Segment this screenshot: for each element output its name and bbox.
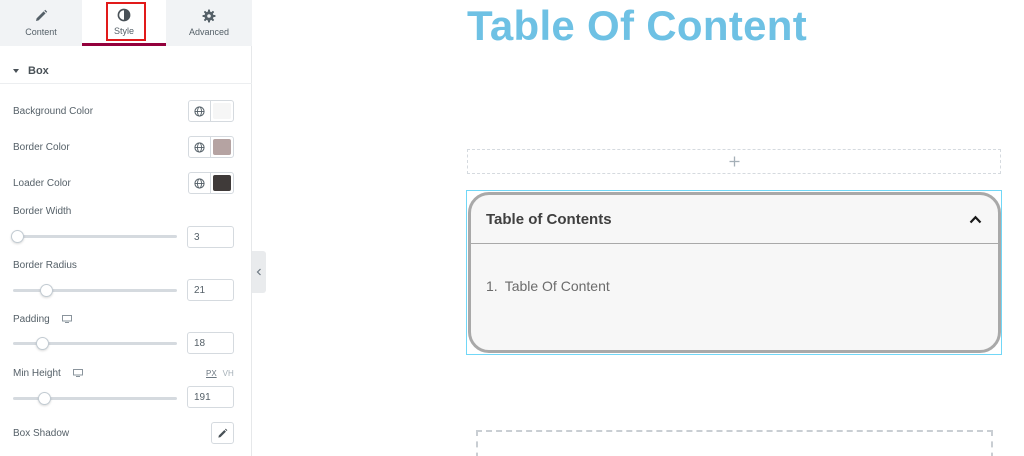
border-width-label: Border Width — [13, 206, 72, 217]
pencil-icon — [36, 9, 48, 21]
chevron-left-icon — [256, 268, 261, 276]
slider-handle[interactable] — [38, 392, 51, 405]
slider-handle[interactable] — [40, 284, 53, 297]
box-shadow-label: Box Shadow — [13, 428, 70, 439]
monitor-icon[interactable] — [62, 315, 72, 323]
border-width-input[interactable]: 3 — [187, 226, 234, 248]
page-title: Table Of Content — [467, 2, 807, 49]
min-height-slider[interactable] — [13, 392, 177, 405]
padding-input[interactable]: 18 — [187, 332, 234, 354]
pencil-icon — [218, 428, 228, 438]
add-section-button[interactable] — [467, 149, 1001, 174]
color-swatch[interactable] — [213, 175, 231, 191]
box-shadow-edit-button[interactable] — [211, 422, 234, 444]
toc-item-number: 1. — [486, 278, 498, 294]
plus-icon — [729, 156, 739, 167]
globe-icon[interactable] — [189, 101, 211, 121]
empty-drop-zone — [476, 430, 993, 456]
panel-tabs: Content Style Advanced — [0, 0, 252, 46]
loader-color-label: Loader Color — [13, 178, 71, 189]
half-circle-icon — [117, 8, 131, 21]
tab-content[interactable]: Content — [0, 0, 82, 46]
color-swatch[interactable] — [213, 139, 231, 155]
toc-item-link[interactable]: Table Of Content — [505, 278, 610, 294]
tab-content-label: Content — [25, 27, 57, 37]
table-of-contents-widget[interactable]: Table of Contents 1. Table Of Content — [468, 192, 1001, 353]
tab-style-label: Style — [113, 25, 134, 36]
background-color-control[interactable] — [188, 100, 234, 122]
monitor-icon[interactable] — [73, 369, 83, 377]
chevron-up-icon[interactable] — [969, 215, 982, 224]
unit-vh[interactable]: VH — [223, 369, 234, 378]
globe-icon[interactable] — [189, 173, 211, 193]
toc-header[interactable]: Table of Contents — [471, 195, 998, 244]
min-height-input[interactable]: 191 — [187, 386, 234, 408]
border-color-control[interactable] — [188, 136, 234, 158]
loader-color-control[interactable] — [188, 172, 234, 194]
toc-title: Table of Contents — [486, 210, 612, 228]
settings-panel: Content Style Advanced Box Background Co… — [0, 0, 252, 456]
slider-handle[interactable] — [11, 230, 24, 243]
panel-collapse-handle[interactable] — [252, 251, 266, 293]
border-color-label: Border Color — [13, 142, 70, 153]
min-height-label: Min Height — [13, 368, 61, 379]
caret-down-icon — [13, 68, 19, 73]
tab-style[interactable]: Style — [82, 0, 166, 46]
unit-px[interactable]: PX — [206, 369, 217, 378]
color-swatch[interactable] — [213, 103, 231, 119]
slider-handle[interactable] — [36, 337, 49, 350]
unit-switcher: PX VH — [206, 369, 234, 378]
section-title: Box — [28, 64, 49, 77]
padding-label: Padding — [13, 314, 50, 325]
background-color-label: Background Color — [13, 106, 94, 117]
section-box-toggle[interactable]: Box — [0, 58, 252, 84]
border-width-slider[interactable] — [11, 230, 177, 243]
border-radius-label: Border Radius — [13, 260, 77, 271]
editor-root: Content Style Advanced Box Background Co… — [0, 0, 1024, 456]
toc-list-item[interactable]: 1. Table Of Content — [486, 278, 610, 294]
globe-icon[interactable] — [189, 137, 211, 157]
border-radius-input[interactable]: 21 — [187, 279, 234, 301]
border-radius-slider[interactable] — [13, 284, 177, 297]
tab-advanced[interactable]: Advanced — [166, 0, 252, 46]
gear-icon — [202, 9, 216, 23]
padding-slider[interactable] — [13, 337, 177, 350]
tab-advanced-label: Advanced — [188, 27, 230, 37]
